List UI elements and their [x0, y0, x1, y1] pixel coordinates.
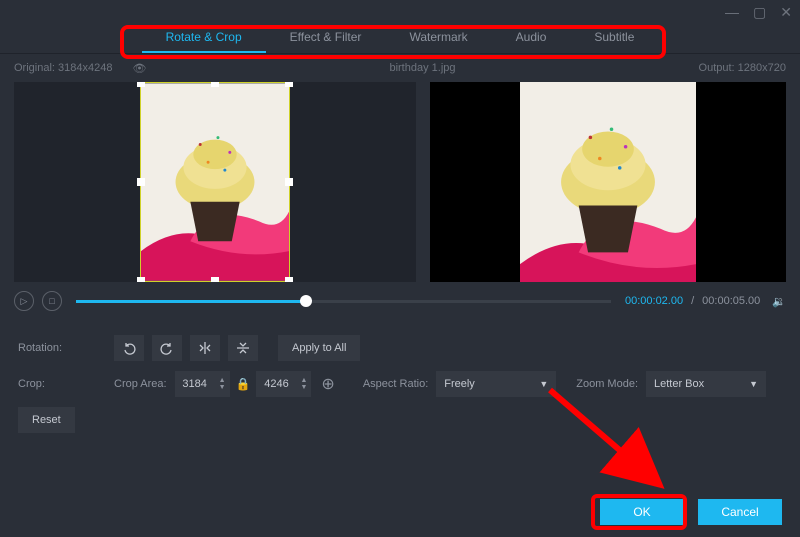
ok-button[interactable]: OK	[600, 499, 684, 525]
tabs-bar: Rotate & Crop Effect & Filter Watermark …	[0, 24, 800, 54]
maximize-icon[interactable]: ▢	[753, 4, 766, 21]
crop-height-spinner[interactable]: ▲▼	[256, 371, 311, 397]
original-dimensions-label: Original: 3184x4248	[14, 62, 112, 74]
tab-watermark[interactable]: Watermark	[385, 24, 491, 53]
lock-icon[interactable]: 🔒	[236, 377, 251, 391]
crop-width-spinner[interactable]: ▲▼	[175, 371, 230, 397]
chevron-up-icon[interactable]: ▲	[219, 377, 226, 384]
crop-area-label: Crop Area:	[114, 378, 167, 390]
editor-window: — ▢ ✕ Rotate & Crop Effect & Filter Wate…	[0, 0, 800, 537]
titlebar: — ▢ ✕	[0, 0, 800, 24]
output-dimensions-label: Output: 1280x720	[699, 62, 786, 74]
tab-rotate-crop[interactable]: Rotate & Crop	[142, 24, 266, 53]
stop-button[interactable]: □	[42, 291, 62, 311]
info-bar: Original: 3184x4248 👁 birthday 1.jpg Out…	[0, 54, 800, 82]
letterbox-left	[430, 82, 520, 282]
rotate-left-button[interactable]	[114, 335, 144, 361]
volume-icon[interactable]: 🔉	[772, 295, 786, 308]
chevron-down-icon: ▼	[749, 379, 758, 389]
original-preview-pane[interactable]	[14, 82, 416, 282]
footer: OK Cancel	[600, 499, 782, 525]
output-preview-pane	[430, 82, 786, 282]
crop-height-input[interactable]	[256, 378, 296, 390]
aspect-ratio-value: Freely	[444, 378, 475, 390]
rotation-label: Rotation:	[18, 342, 114, 354]
crop-frame[interactable]	[140, 82, 290, 282]
crop-position-icon[interactable]: ⊕	[321, 374, 334, 394]
letterbox-right	[696, 82, 786, 282]
controls-section: Rotation: Apply to All Crop: Crop Area: …	[0, 320, 800, 448]
filename-label: birthday 1.jpg	[146, 62, 698, 74]
crop-label: Crop:	[18, 378, 114, 390]
chevron-up-icon[interactable]: ▲	[300, 377, 307, 384]
chevron-down-icon[interactable]: ▼	[300, 384, 307, 391]
source-image	[141, 83, 289, 281]
chevron-down-icon: ▼	[539, 379, 548, 389]
rotate-left-icon	[122, 341, 136, 355]
play-button[interactable]: ▷	[14, 291, 34, 311]
rotate-right-button[interactable]	[152, 335, 182, 361]
chevron-down-icon[interactable]: ▼	[219, 384, 226, 391]
flip-horizontal-icon	[198, 341, 212, 355]
cancel-button[interactable]: Cancel	[698, 499, 782, 525]
rotate-right-icon	[160, 341, 174, 355]
tab-audio[interactable]: Audio	[492, 24, 571, 53]
crop-width-input[interactable]	[175, 378, 215, 390]
apply-to-all-button[interactable]: Apply to All	[278, 335, 360, 361]
zoom-mode-label: Zoom Mode:	[576, 378, 638, 390]
time-current: 00:00:02.00	[625, 295, 683, 307]
tab-effect-filter[interactable]: Effect & Filter	[266, 24, 386, 53]
aspect-ratio-label: Aspect Ratio:	[363, 378, 428, 390]
eye-icon[interactable]: 👁	[132, 62, 146, 75]
minimize-icon[interactable]: —	[725, 4, 739, 20]
reset-button[interactable]: Reset	[18, 407, 75, 433]
output-image	[520, 82, 696, 282]
preview-row	[0, 82, 800, 282]
flip-horizontal-button[interactable]	[190, 335, 220, 361]
flip-vertical-icon	[236, 341, 250, 355]
zoom-mode-select[interactable]: Letter Box ▼	[646, 371, 766, 397]
playback-bar: ▷ □ 00:00:02.00 / 00:00:05.00 🔉	[0, 282, 800, 320]
zoom-mode-value: Letter Box	[654, 378, 704, 390]
tab-subtitle[interactable]: Subtitle	[570, 24, 658, 53]
time-separator: /	[691, 295, 694, 307]
aspect-ratio-select[interactable]: Freely ▼	[436, 371, 556, 397]
timeline-slider[interactable]	[76, 300, 611, 303]
time-duration: 00:00:05.00	[702, 295, 760, 307]
close-icon[interactable]: ✕	[780, 4, 792, 21]
flip-vertical-button[interactable]	[228, 335, 258, 361]
